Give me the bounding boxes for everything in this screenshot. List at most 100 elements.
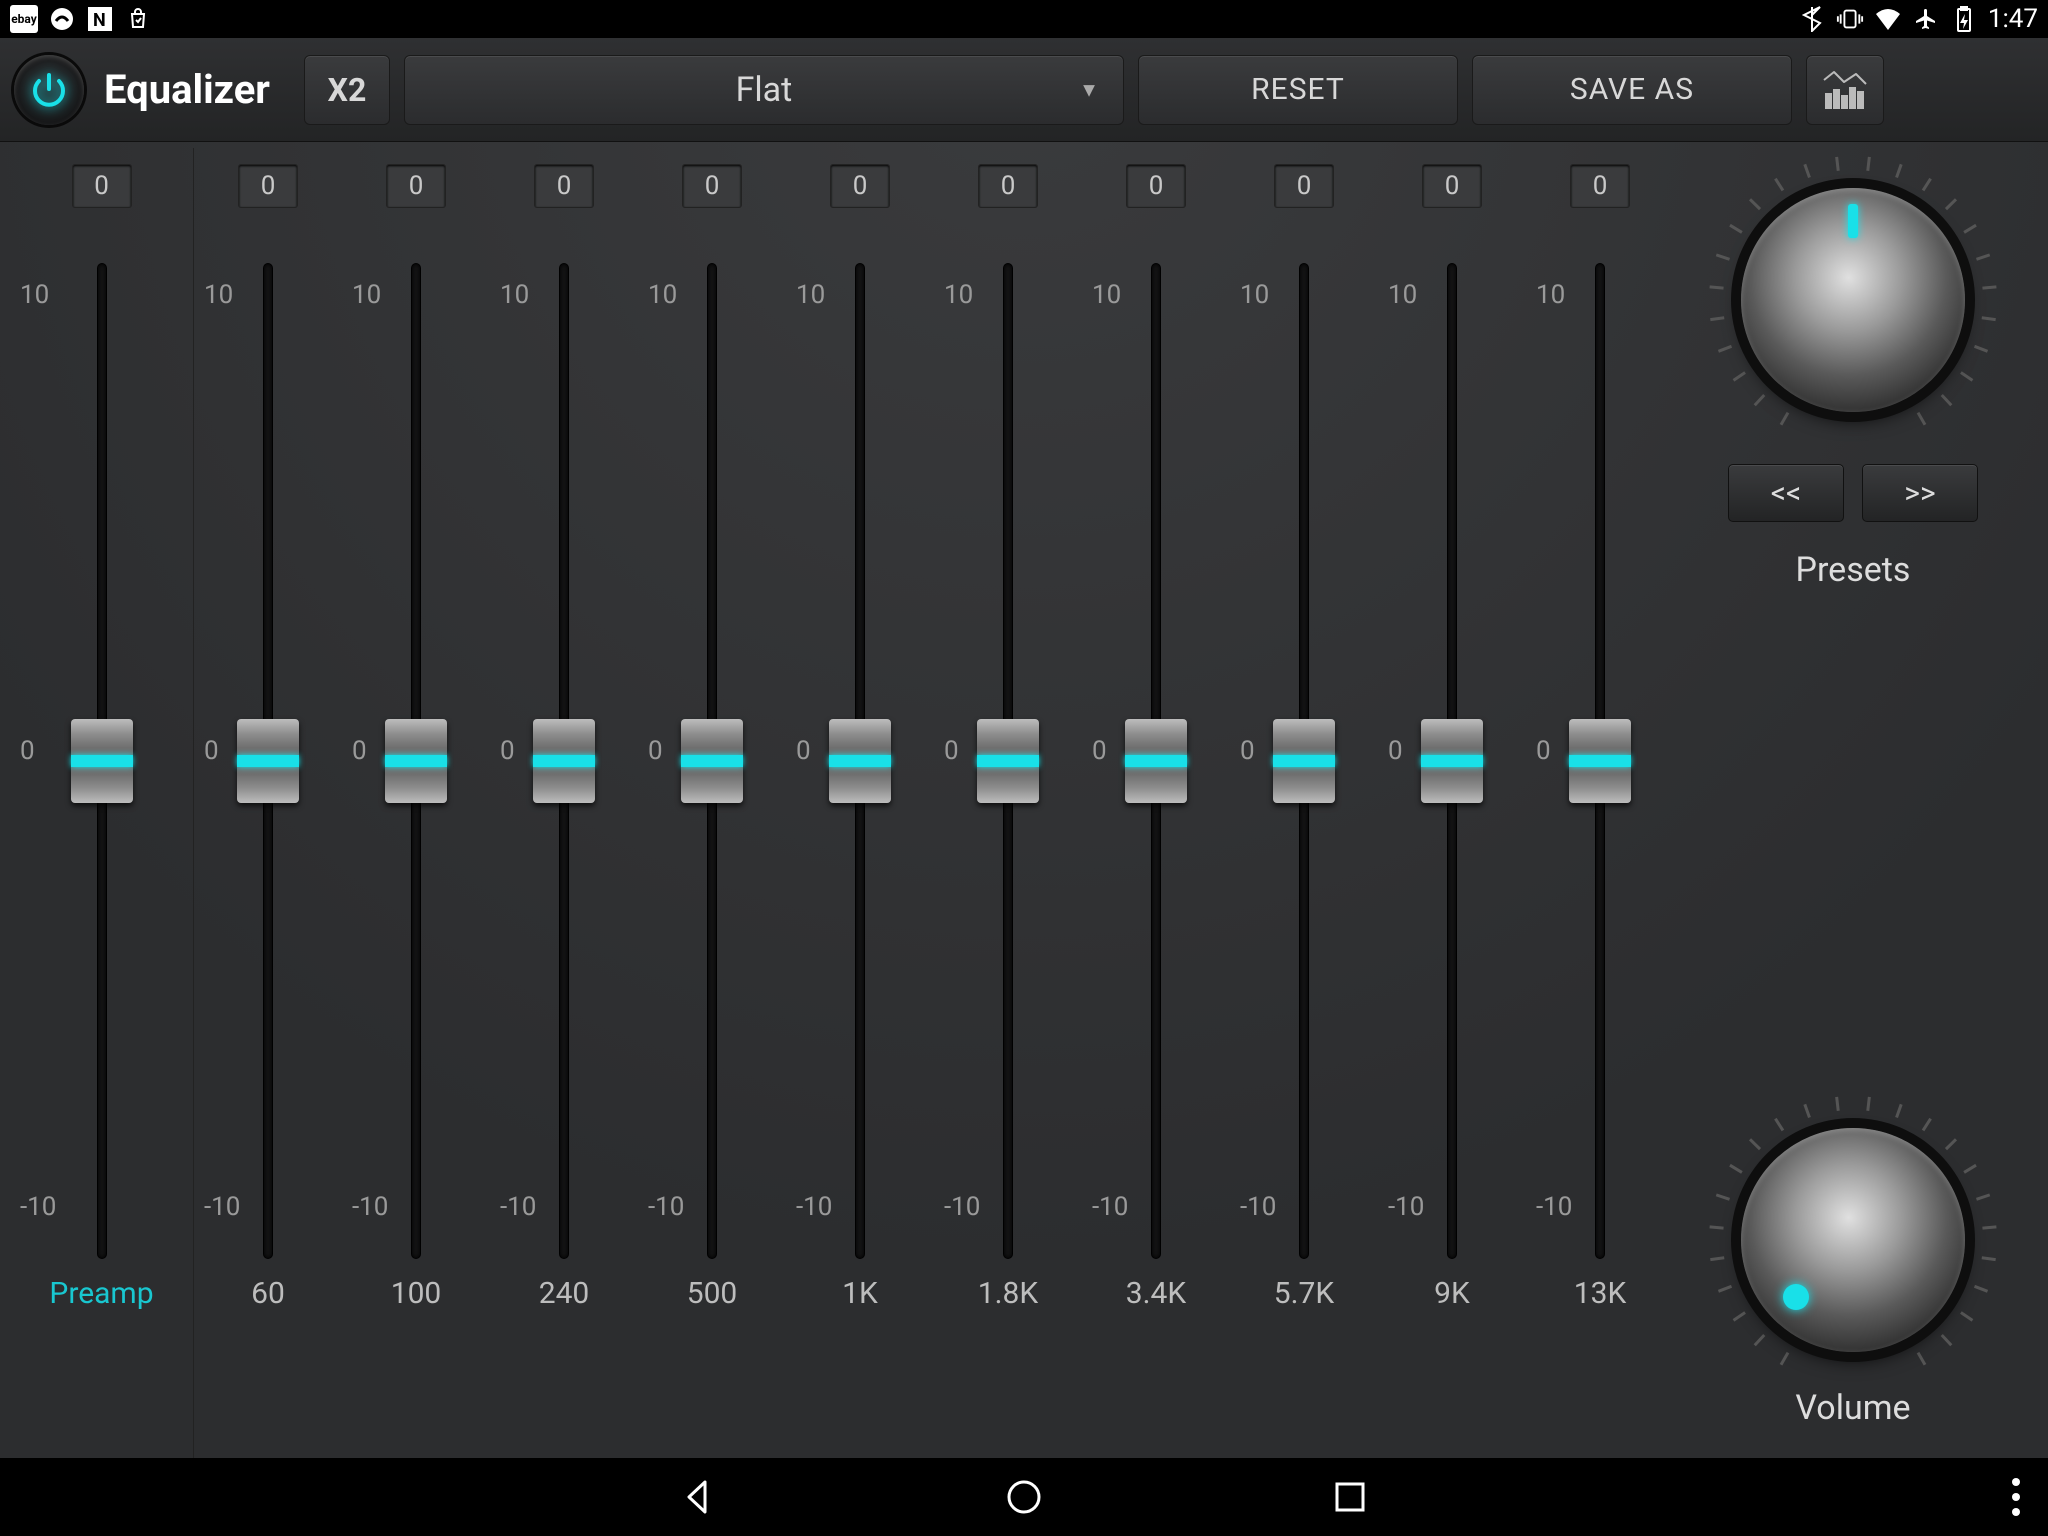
band-value-box[interactable]: 0 xyxy=(238,164,298,208)
eq-band-9K: 0100-109K xyxy=(1378,148,1526,1458)
scale-label: 10 xyxy=(1240,280,1269,310)
scale-label: -10 xyxy=(796,1192,832,1222)
eq-bands-area: 0100-10Preamp0100-10600100-101000100-102… xyxy=(0,142,2048,1458)
slider-thumb[interactable] xyxy=(533,719,595,803)
side-panel: << >> Presets Volume xyxy=(1658,142,2048,1458)
slider-thumb[interactable] xyxy=(385,719,447,803)
spectrum-view-button[interactable] xyxy=(1806,55,1884,125)
scale-label: 10 xyxy=(20,280,49,310)
scale-label: -10 xyxy=(1240,1192,1276,1222)
freq-label: 1.8K xyxy=(978,1276,1038,1311)
freq-label: 13K xyxy=(1574,1276,1627,1311)
scale-label: 10 xyxy=(648,280,677,310)
scale-label: 0 xyxy=(1388,736,1403,766)
scale-label: 10 xyxy=(500,280,529,310)
eq-band-5.7K: 0 10 0 -10 5.7K xyxy=(1230,148,1378,1458)
scale-label: 0 xyxy=(648,736,663,766)
scale-label: 10 xyxy=(204,280,233,310)
band-value-box[interactable]: 0 xyxy=(830,164,890,208)
nav-overflow-button[interactable] xyxy=(2012,1478,2020,1516)
nav-home-button[interactable] xyxy=(1001,1474,1047,1520)
eq-band-1K: 0100-101K xyxy=(786,148,934,1458)
scale-label: 10 xyxy=(944,280,973,310)
band-value-box[interactable]: 0 xyxy=(682,164,742,208)
freq-label: 5.7K xyxy=(1274,1276,1334,1311)
preset-dropdown[interactable]: Flat ▼ xyxy=(404,55,1124,125)
volume-label: Volume xyxy=(1795,1388,1910,1428)
slider-thumb[interactable] xyxy=(829,719,891,803)
band-value-box[interactable]: 0 xyxy=(1126,164,1186,208)
notif-shop-icon xyxy=(124,5,152,33)
reset-button[interactable]: RESET xyxy=(1138,55,1458,125)
band-value-box[interactable]: 0 xyxy=(386,164,446,208)
nav-recent-button[interactable] xyxy=(1327,1474,1373,1520)
slider-thumb[interactable] xyxy=(1421,719,1483,803)
slider-thumb[interactable] xyxy=(1273,719,1335,803)
scale-label: 0 xyxy=(1240,736,1255,766)
notif-n-icon: N xyxy=(86,5,114,33)
scale-label: 0 xyxy=(1092,736,1107,766)
freq-label: 100 xyxy=(391,1276,442,1311)
band-value-box[interactable]: 0 xyxy=(534,164,594,208)
scale-label: 0 xyxy=(204,736,219,766)
eq-band-13K: 0 10 0 -10 13K xyxy=(1526,148,1674,1458)
scale-label: -10 xyxy=(20,1192,56,1222)
freq-label: 9K xyxy=(1434,1276,1470,1311)
freq-label: 1K xyxy=(842,1276,878,1311)
scale-label: -10 xyxy=(1536,1192,1572,1222)
preamp-label: Preamp xyxy=(49,1276,153,1311)
scale-label: 0 xyxy=(500,736,515,766)
status-time: 1:47 xyxy=(1988,4,2038,34)
preamp-band: 0100-10Preamp xyxy=(10,148,194,1458)
scale-label: 10 xyxy=(1536,280,1565,310)
equalizer-app: Equalizer X2 Flat ▼ RESET SAVE AS 0100-1… xyxy=(0,38,2048,1458)
slider-thumb[interactable] xyxy=(71,719,133,803)
x2-button[interactable]: X2 xyxy=(304,55,390,125)
band-value-box[interactable]: 0 xyxy=(1422,164,1482,208)
presets-label: Presets xyxy=(1796,550,1911,590)
battery-icon xyxy=(1950,5,1978,33)
android-nav-bar xyxy=(0,1458,2048,1536)
svg-text:N: N xyxy=(93,10,106,31)
scale-label: -10 xyxy=(352,1192,388,1222)
band-value-box[interactable]: 0 xyxy=(978,164,1038,208)
band-value-box[interactable]: 0 xyxy=(1570,164,1630,208)
slider-thumb[interactable] xyxy=(977,719,1039,803)
app-title: Equalizer xyxy=(104,66,270,113)
preset-knob[interactable] xyxy=(1723,170,1983,430)
chevron-down-icon: ▼ xyxy=(1079,77,1099,102)
android-status-bar: ebay N 1:47 xyxy=(0,0,2048,38)
notif-ebay-icon: ebay xyxy=(10,5,38,33)
airplane-icon xyxy=(1912,5,1940,33)
eq-band-3.4K: 0100-103.4K xyxy=(1082,148,1230,1458)
preset-prev-button[interactable]: << xyxy=(1728,464,1844,522)
nav-back-button[interactable] xyxy=(675,1474,721,1520)
eq-band-240: 0100-10240 xyxy=(490,148,638,1458)
band-value-box[interactable]: 0 xyxy=(1274,164,1334,208)
volume-knob[interactable] xyxy=(1723,1110,1983,1370)
scale-label: -10 xyxy=(204,1192,240,1222)
slider-thumb[interactable] xyxy=(681,719,743,803)
scale-label: 10 xyxy=(796,280,825,310)
notif-app-icon xyxy=(48,5,76,33)
vibrate-icon xyxy=(1836,5,1864,33)
preamp-value-box[interactable]: 0 xyxy=(72,164,132,208)
scale-label: 0 xyxy=(352,736,367,766)
slider-thumb[interactable] xyxy=(237,719,299,803)
freq-label: 500 xyxy=(687,1276,738,1311)
eq-band-1.8K: 0100-101.8K xyxy=(934,148,1082,1458)
eq-band-100: 0100-10100 xyxy=(342,148,490,1458)
freq-label: 240 xyxy=(539,1276,590,1311)
preset-next-button[interactable]: >> xyxy=(1862,464,1978,522)
scale-label: 0 xyxy=(1536,736,1551,766)
power-button[interactable] xyxy=(14,55,84,125)
slider-thumb[interactable] xyxy=(1125,719,1187,803)
preset-selected-label: Flat xyxy=(736,70,793,110)
slider-thumb[interactable] xyxy=(1569,719,1631,803)
save-as-button[interactable]: SAVE AS xyxy=(1472,55,1792,125)
scale-label: 10 xyxy=(1092,280,1121,310)
eq-band-500: 0 10 0 -10 500 xyxy=(638,148,786,1458)
scale-label: -10 xyxy=(1092,1192,1128,1222)
scale-label: -10 xyxy=(648,1192,684,1222)
freq-label: 60 xyxy=(251,1276,285,1311)
